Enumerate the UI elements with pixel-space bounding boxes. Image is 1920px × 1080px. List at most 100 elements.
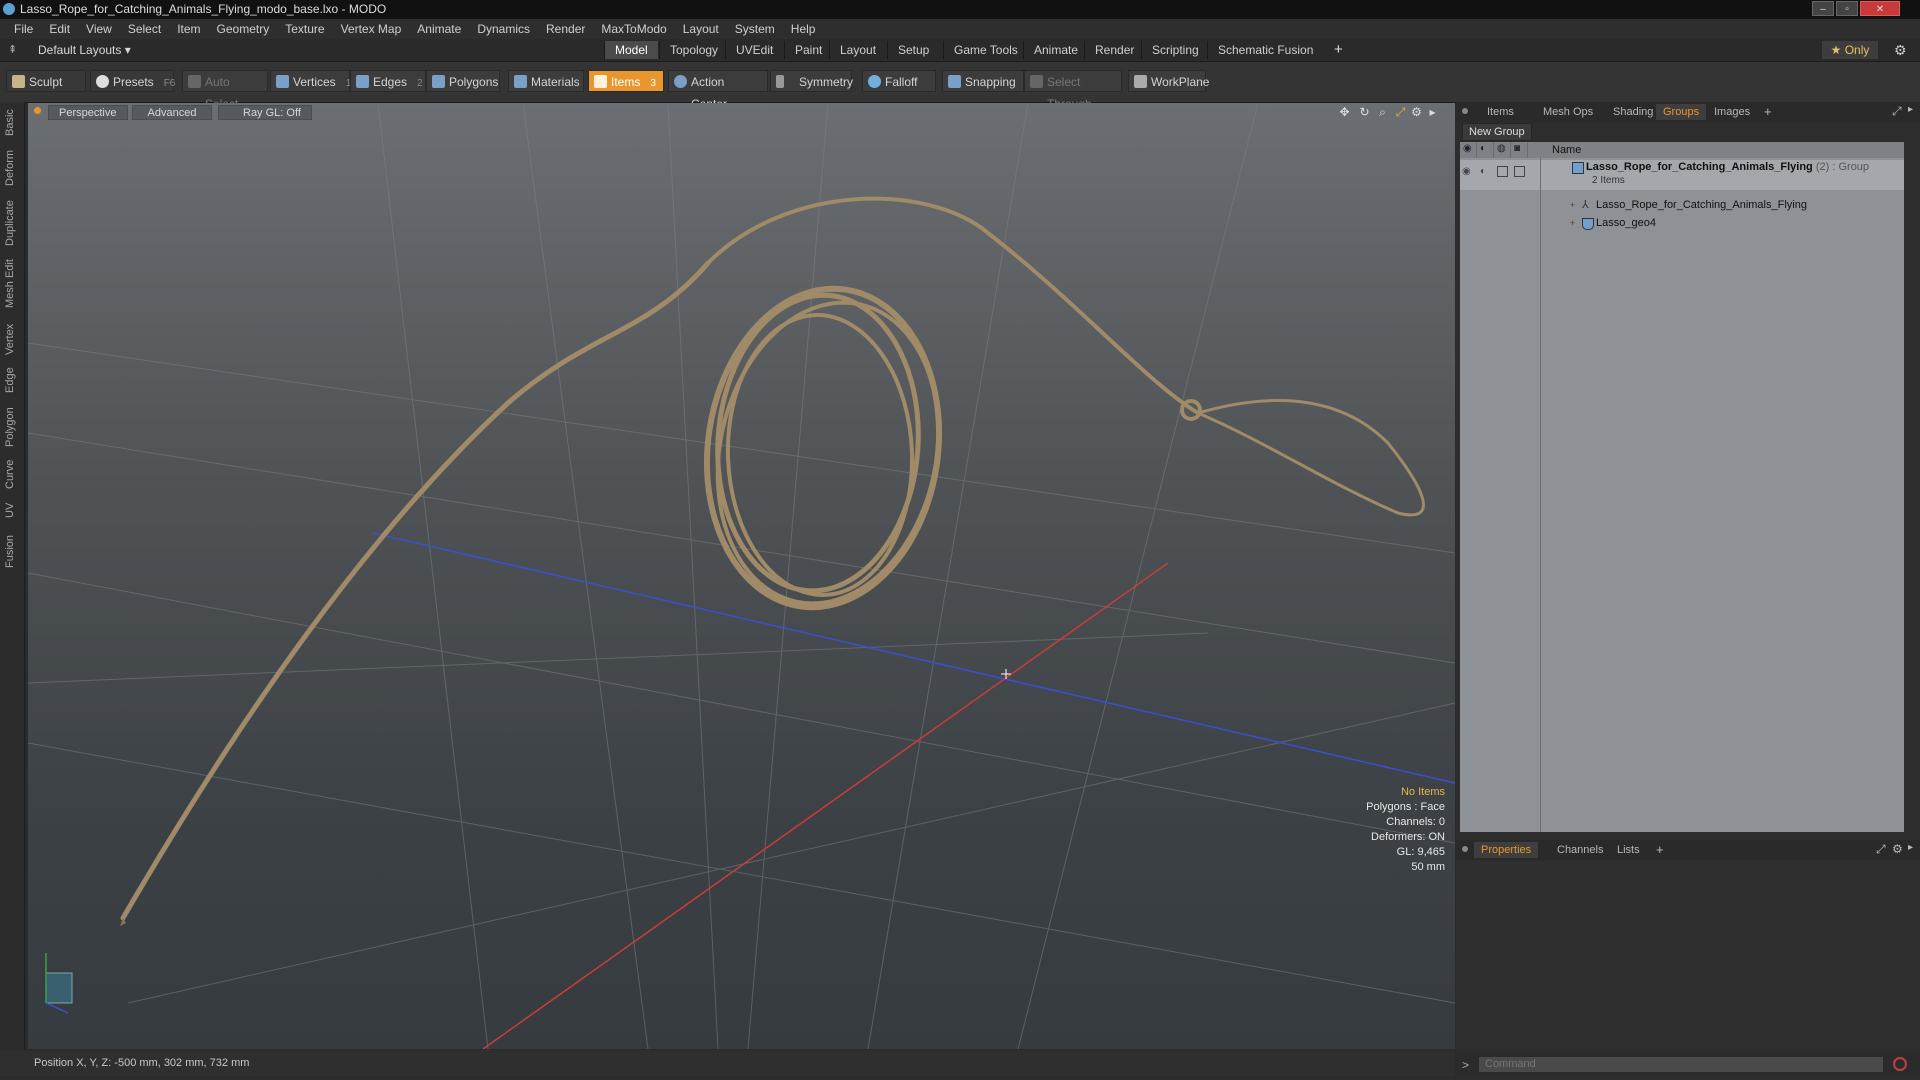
group-visibility-icon[interactable]: ◉ [1462,166,1471,177]
pin-icon[interactable]: ⇞ [8,43,20,56]
panel-tab-mesh-ops[interactable]: Mesh Ops [1536,104,1600,120]
select-through-button[interactable]: Select Through [1024,70,1122,111]
panel-collapse-icon[interactable]: ▸ [1908,104,1913,115]
tree-row-mesh[interactable]: + Lasso_geo4 [1460,215,1904,232]
raygl-toggle[interactable]: Ray GL: Off [218,105,312,120]
symmetry-button[interactable]: Symmetry [770,70,853,92]
viewport-settings-icon[interactable]: ⚙ [1410,106,1423,119]
presets-button[interactable]: Presets F6 [90,70,175,92]
default-layouts-dropdown[interactable]: Default Layouts ▾ [38,43,131,57]
tree-row-locator[interactable]: + ⅄ Lasso_Rope_for_Catching_Animals_Flyi… [1460,197,1904,214]
only-button[interactable]: ★ Only [1822,41,1878,59]
workplane-button[interactable]: WorkPlane [1128,70,1209,92]
expand-arrow-icon[interactable]: + [1570,218,1575,228]
sculpt-button[interactable]: Sculpt [6,70,86,92]
layout-tab-schematic-fusion[interactable]: Schematic Fusion [1207,41,1323,59]
select-column-icon[interactable]: ◙ [1511,142,1528,158]
menu-render[interactable]: Render [538,22,593,36]
minimize-button[interactable]: – [1812,1,1834,16]
add-properties-tab-button[interactable]: + [1656,842,1664,857]
left-tab-uv[interactable]: UV [4,498,20,522]
panel-tab-images[interactable]: Images [1707,104,1757,120]
layout-tab-render[interactable]: Render [1084,41,1144,59]
left-tab-mesh-edit[interactable]: Mesh Edit [4,254,20,314]
group-select-checkbox[interactable] [1514,166,1525,177]
properties-tab-properties[interactable]: Properties [1474,842,1539,858]
properties-collapse-icon[interactable]: ▸ [1908,842,1913,853]
menu-select[interactable]: Select [120,22,169,36]
add-panel-tab-button[interactable]: + [1764,104,1772,119]
add-layout-tab-button[interactable]: + [1334,41,1343,58]
properties-menu-icon[interactable] [1462,846,1468,852]
panel-menu-icon[interactable] [1462,108,1468,114]
left-tab-deform[interactable]: Deform [4,144,20,192]
visibility-column-icon[interactable]: ◉ [1460,142,1477,158]
layout-tab-paint[interactable]: Paint [784,41,832,59]
pan-icon[interactable]: ✥ [1338,106,1351,119]
layout-tab-animate[interactable]: Animate [1023,41,1088,59]
left-tab-fusion[interactable]: Fusion [4,533,20,569]
gear-icon[interactable]: ⚙ [1894,42,1907,59]
properties-expand-icon[interactable]: ⤢ [1876,842,1886,857]
auto-select-button[interactable]: Auto Select [182,70,268,111]
vertices-button[interactable]: Vertices 1 [270,70,351,92]
left-tab-duplicate[interactable]: Duplicate [4,195,20,251]
rotate-icon[interactable]: ↻ [1358,106,1371,119]
menu-texture[interactable]: Texture [277,22,332,36]
layout-tab-setup[interactable]: Setup [887,41,939,59]
command-input[interactable] [1478,1056,1884,1073]
layout-tab-topology[interactable]: Topology [659,41,728,59]
group-lock-checkbox[interactable] [1497,166,1508,177]
layout-tab-layout[interactable]: Layout [829,41,886,59]
items-button[interactable]: Items 3 [588,70,664,92]
left-tab-curve[interactable]: Curve [4,456,20,492]
fit-view-icon[interactable]: ⤢ [1394,106,1407,119]
left-tab-basic[interactable]: Basic [4,105,20,141]
panel-tab-shading[interactable]: Shading [1606,104,1660,120]
group-row[interactable]: ◉ ◐ Lasso_Rope_for_Catching_Animals_Flyi… [1460,160,1904,190]
menu-file[interactable]: File [6,22,41,36]
lasso-rope-mesh[interactable] [120,196,1425,921]
name-column-header[interactable]: Name [1552,144,1581,156]
expand-arrow-icon[interactable]: + [1570,200,1575,210]
action-center-button[interactable]: Action Center [668,70,768,111]
menu-dynamics[interactable]: Dynamics [469,22,538,36]
panel-tab-items[interactable]: Items [1480,104,1521,120]
layout-tab-game-tools[interactable]: Game Tools [943,41,1028,59]
menu-help[interactable]: Help [783,22,824,36]
menu-animate[interactable]: Animate [409,22,469,36]
properties-settings-icon[interactable]: ⚙ [1892,842,1903,856]
menu-system[interactable]: System [727,22,783,36]
left-tab-vertex[interactable]: Vertex [4,320,20,358]
view-mode-button[interactable]: Perspective [48,105,128,120]
materials-button[interactable]: Materials [508,70,584,92]
properties-tab-channels[interactable]: Channels [1550,842,1610,858]
layout-tab-uvedit[interactable]: UVEdit [725,41,783,59]
new-group-button[interactable]: New Group [1462,123,1532,141]
layout-tab-scripting[interactable]: Scripting [1141,41,1209,59]
snapping-button[interactable]: Snapping [942,70,1024,92]
menu-geometry[interactable]: Geometry [209,22,278,36]
group-render-icon[interactable]: ◐ [1480,166,1486,177]
layout-tab-model[interactable]: Model [604,41,658,59]
viewport-menu-icon[interactable] [34,107,41,114]
viewport-expand-icon[interactable]: ▸ [1426,106,1439,119]
render-column-icon[interactable]: ◐ [1477,142,1494,158]
falloff-button[interactable]: Falloff [862,70,936,92]
record-macro-icon[interactable] [1893,1057,1907,1071]
menu-layout[interactable]: Layout [675,22,727,36]
menu-vertex-map[interactable]: Vertex Map [333,22,410,36]
maximize-button[interactable]: ▫ [1836,1,1858,16]
left-tab-edge[interactable]: Edge [4,363,20,397]
polygons-button[interactable]: Polygons [426,70,500,92]
lock-column-icon[interactable]: ◍ [1494,142,1511,158]
panel-tab-groups[interactable]: Groups [1656,104,1707,120]
menu-edit[interactable]: Edit [41,22,78,36]
menu-maxtomodo[interactable]: MaxToModo [593,22,674,36]
shading-mode-button[interactable]: Advanced [132,105,212,120]
3d-viewport[interactable]: No Items Polygons : Face Channels: 0 Def… [28,103,1455,1049]
properties-tab-lists[interactable]: Lists [1610,842,1647,858]
menu-item[interactable]: Item [169,22,208,36]
panel-expand-icon[interactable]: ⤢ [1892,104,1902,119]
menu-view[interactable]: View [78,22,120,36]
